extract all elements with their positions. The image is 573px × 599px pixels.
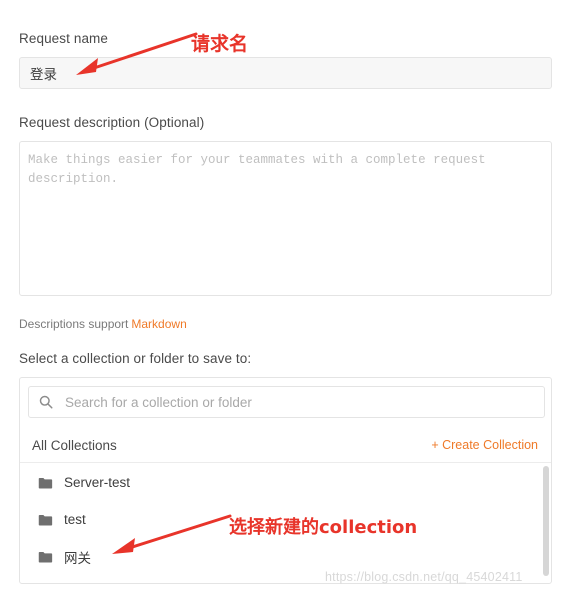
collection-item-label: 网关 (64, 550, 91, 566)
collection-search-input[interactable] (63, 393, 534, 411)
collection-picker: All Collections + Create Collection Serv… (19, 377, 552, 584)
annotation-label-collection: 选择新建的collection (229, 517, 418, 538)
collection-item-server-test[interactable]: Server-test (20, 464, 551, 501)
request-description-textarea[interactable] (19, 141, 552, 296)
all-collections-label: All Collections (32, 437, 117, 453)
folder-icon (38, 514, 53, 526)
annotation-label-request-name: 请求名 (191, 33, 249, 55)
descriptions-support-text: Descriptions support (19, 317, 129, 331)
collection-list-scrollbar[interactable] (543, 466, 549, 576)
collection-item-label: Server-test (64, 475, 131, 490)
folder-icon (38, 551, 53, 563)
save-request-dialog: Request name Request description (Option… (0, 0, 573, 599)
markdown-link[interactable]: Markdown (131, 317, 186, 331)
collection-item-label: test (64, 512, 86, 527)
search-icon (39, 395, 53, 409)
all-collections-header: All Collections + Create Collection (20, 428, 551, 463)
descriptions-support-note: Descriptions support Markdown (19, 317, 187, 331)
annotation-arrow-collection (112, 514, 232, 554)
annotation-arrow-request-name (76, 32, 198, 75)
request-description-label: Request description (Optional) (19, 115, 205, 130)
watermark: https://blog.csdn.net/qq_45402411 (325, 570, 523, 584)
collection-search-row[interactable] (28, 386, 545, 418)
folder-icon (38, 477, 53, 489)
create-collection-button[interactable]: + Create Collection (431, 438, 538, 452)
select-collection-label: Select a collection or folder to save to… (19, 351, 252, 366)
